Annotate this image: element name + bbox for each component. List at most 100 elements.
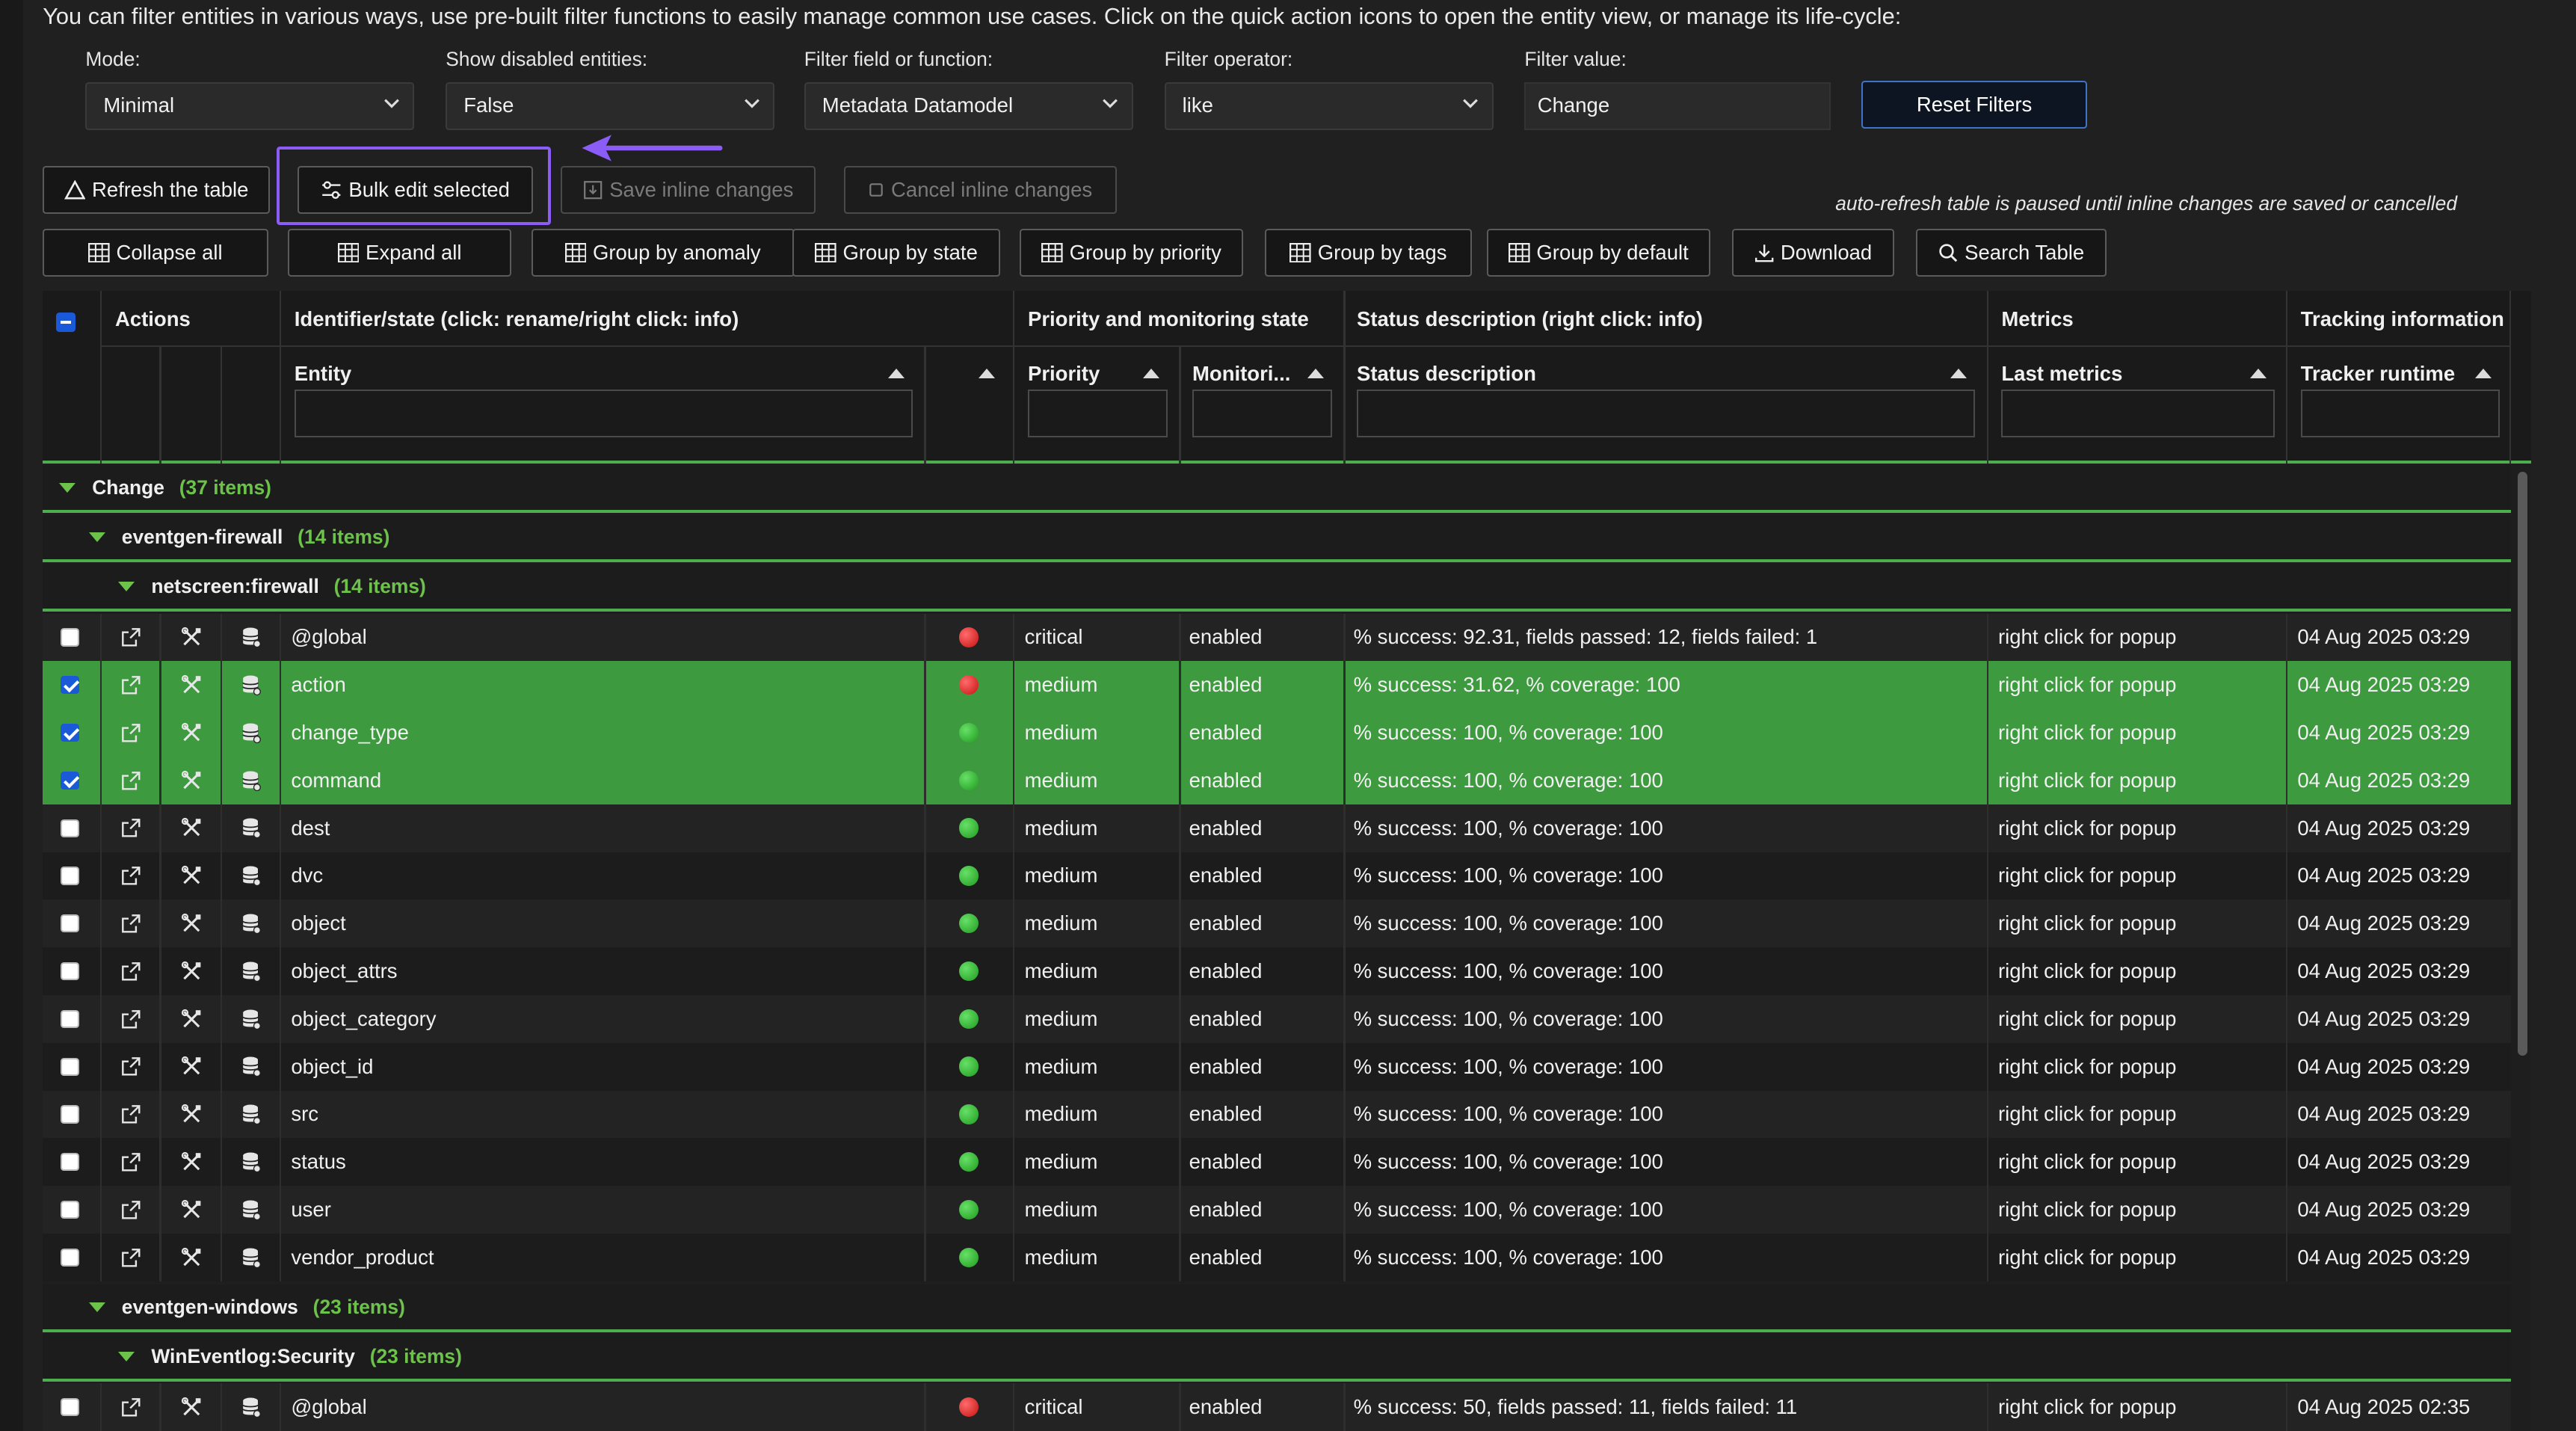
entity-data-button[interactable] xyxy=(241,1383,262,1431)
table-row[interactable]: dvc medium enabled % success: 100, % covera… xyxy=(43,852,2512,900)
table-row[interactable]: user medium enabled % success: 100, % cover… xyxy=(43,1186,2512,1234)
entity-data-button[interactable] xyxy=(241,947,262,995)
status-description[interactable]: % success: 100, % coverage: 100 xyxy=(1354,852,1663,900)
entity-name[interactable]: change_type xyxy=(291,709,409,757)
metrics-popup-link[interactable]: right click for popup xyxy=(1998,852,2176,900)
metrics-popup-link[interactable]: right click for popup xyxy=(1998,709,2176,757)
row-checkbox[interactable] xyxy=(61,723,79,742)
priority-value[interactable]: medium xyxy=(1025,947,1098,995)
column-monitoring[interactable]: Monitori... xyxy=(1192,362,1290,386)
monitoring-value[interactable]: enabled xyxy=(1189,757,1263,804)
status-description[interactable]: % success: 100, % coverage: 100 xyxy=(1354,899,1663,947)
metrics-popup-link[interactable]: right click for popup xyxy=(1998,1091,2176,1139)
status-description[interactable]: % success: 100, % coverage: 100 xyxy=(1354,757,1663,804)
monitoring-value[interactable]: enabled xyxy=(1189,614,1263,662)
table-row[interactable]: action medium enabled % success: 31.62, % c… xyxy=(43,661,2512,710)
manage-entity-button[interactable] xyxy=(181,1091,203,1139)
group-row-eventgen-windows[interactable]: eventgen-windows (23 items) xyxy=(43,1284,2512,1332)
entity-data-button[interactable] xyxy=(241,1043,262,1091)
entity-data-button[interactable] xyxy=(241,1234,262,1281)
sort-asc-icon[interactable] xyxy=(1307,368,1324,378)
filter-value-input[interactable]: Change xyxy=(1524,82,1831,130)
metrics-popup-link[interactable]: right click for popup xyxy=(1998,1186,2176,1234)
table-row[interactable]: @global critical enabled % success: 92.31, … xyxy=(43,613,2512,662)
save-inline-button[interactable]: Save inline changes xyxy=(561,166,816,214)
monitoring-value[interactable]: enabled xyxy=(1189,804,1263,852)
priority-value[interactable]: medium xyxy=(1025,661,1098,709)
priority-value[interactable]: medium xyxy=(1025,852,1098,900)
sort-asc-icon[interactable] xyxy=(978,368,995,378)
entity-data-button[interactable] xyxy=(241,1186,262,1234)
group-row-change[interactable]: Change (37 items) xyxy=(43,465,2512,514)
row-checkbox[interactable] xyxy=(61,1105,79,1124)
metrics-popup-link[interactable]: right click for popup xyxy=(1998,661,2176,709)
table-row[interactable]: object_id medium enabled % success: 100, % … xyxy=(43,1042,2512,1091)
expand-caret-icon[interactable] xyxy=(88,532,105,542)
priority-value[interactable]: medium xyxy=(1025,1043,1098,1091)
monitoring-value[interactable]: enabled xyxy=(1189,1138,1263,1186)
row-checkbox[interactable] xyxy=(61,1200,79,1219)
entity-data-button[interactable] xyxy=(241,614,262,662)
entity-name[interactable]: user xyxy=(291,1186,331,1234)
row-checkbox[interactable] xyxy=(61,1248,79,1267)
metrics-filter-input[interactable] xyxy=(2001,390,2275,438)
row-checkbox[interactable] xyxy=(61,771,79,790)
search-table-button[interactable]: Search Table xyxy=(1915,228,2107,277)
group-row-wineventlog-security[interactable]: WinEventlog:Security (23 items) xyxy=(43,1334,2512,1382)
entity-name[interactable]: object xyxy=(291,899,345,947)
expand-caret-icon[interactable] xyxy=(88,1302,105,1312)
column-status[interactable]: Status description xyxy=(1357,362,1536,386)
status-description[interactable]: % success: 100, % coverage: 100 xyxy=(1354,1234,1663,1281)
open-entity-button[interactable] xyxy=(120,804,142,852)
entity-name[interactable]: dvc xyxy=(291,852,323,900)
monitoring-value[interactable]: enabled xyxy=(1189,661,1263,709)
monitoring-value[interactable]: enabled xyxy=(1189,899,1263,947)
expand-all-button[interactable]: Expand all xyxy=(287,228,512,277)
open-entity-button[interactable] xyxy=(120,995,142,1043)
metrics-popup-link[interactable]: right click for popup xyxy=(1998,804,2176,852)
manage-entity-button[interactable] xyxy=(181,757,203,804)
entity-data-button[interactable] xyxy=(241,1138,262,1186)
status-description[interactable]: % success: 92.31, fields passed: 12, fie… xyxy=(1354,614,1818,662)
cancel-inline-button[interactable]: Cancel inline changes xyxy=(843,166,1117,214)
open-entity-button[interactable] xyxy=(120,661,142,709)
row-checkbox[interactable] xyxy=(61,1009,79,1028)
priority-value[interactable]: medium xyxy=(1025,995,1098,1043)
status-description[interactable]: % success: 100, % coverage: 100 xyxy=(1354,1186,1663,1234)
entity-data-button[interactable] xyxy=(241,995,262,1043)
table-row[interactable]: object_attrs medium enabled % success: 100,… xyxy=(43,947,2512,995)
table-row[interactable]: src medium enabled % success: 100, % covera… xyxy=(43,1090,2512,1139)
priority-value[interactable]: critical xyxy=(1025,614,1083,662)
mode-select[interactable]: Minimal xyxy=(85,82,415,130)
row-checkbox[interactable] xyxy=(61,1057,79,1076)
metrics-popup-link[interactable]: right click for popup xyxy=(1998,947,2176,995)
group-by-default-button[interactable]: Group by default xyxy=(1486,228,1710,277)
metrics-popup-link[interactable]: right click for popup xyxy=(1998,995,2176,1043)
entity-name[interactable]: @global xyxy=(291,1383,366,1431)
group-by-anomaly-button[interactable]: Group by anomaly xyxy=(531,228,795,277)
table-row[interactable]: dest medium enabled % success: 100, % cover… xyxy=(43,804,2512,852)
entity-name[interactable]: src xyxy=(291,1091,318,1139)
row-checkbox[interactable] xyxy=(61,819,79,837)
sort-asc-icon[interactable] xyxy=(887,368,905,378)
open-entity-button[interactable] xyxy=(120,899,142,947)
manage-entity-button[interactable] xyxy=(181,1043,203,1091)
priority-value[interactable]: medium xyxy=(1025,1186,1098,1234)
row-checkbox[interactable] xyxy=(61,1397,79,1417)
entity-name[interactable]: vendor_product xyxy=(291,1234,434,1281)
open-entity-button[interactable] xyxy=(120,1234,142,1281)
manage-entity-button[interactable] xyxy=(181,661,203,709)
status-description[interactable]: % success: 100, % coverage: 100 xyxy=(1354,995,1663,1043)
open-entity-button[interactable] xyxy=(120,1138,142,1186)
table-row[interactable]: vendor_product medium enabled % success: 10… xyxy=(43,1233,2512,1281)
status-description[interactable]: % success: 100, % coverage: 100 xyxy=(1354,1138,1663,1186)
priority-value[interactable]: medium xyxy=(1025,1138,1098,1186)
entity-data-button[interactable] xyxy=(241,661,262,709)
entity-data-button[interactable] xyxy=(241,852,262,900)
open-entity-button[interactable] xyxy=(120,1091,142,1139)
priority-value[interactable]: medium xyxy=(1025,1234,1098,1281)
priority-value[interactable]: medium xyxy=(1025,757,1098,804)
entity-name[interactable]: dest xyxy=(291,804,330,852)
entity-name[interactable]: command xyxy=(291,757,381,804)
open-entity-button[interactable] xyxy=(120,709,142,757)
